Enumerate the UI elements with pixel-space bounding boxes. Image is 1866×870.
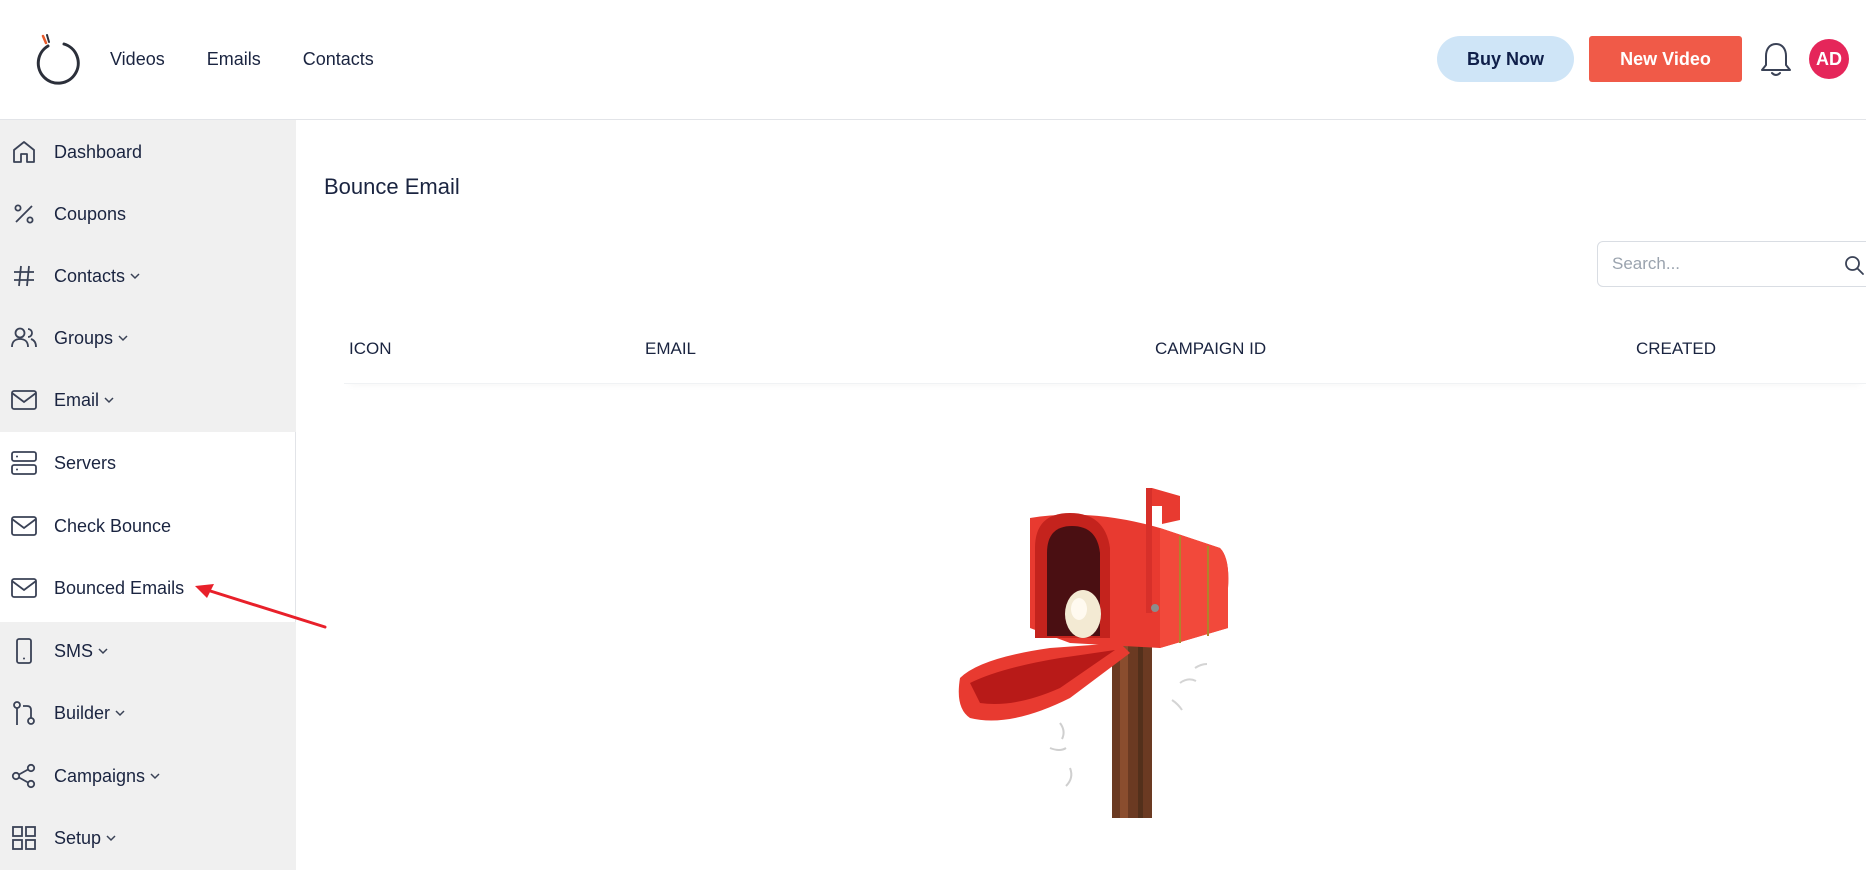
sidebar-item-contacts[interactable]: Contacts (0, 250, 296, 302)
sidebar-item-dashboard[interactable]: Dashboard (0, 126, 296, 178)
sidebar-item-label: Contacts (54, 265, 126, 286)
share-icon (10, 762, 38, 790)
bell-icon[interactable] (1758, 40, 1794, 78)
app-logo-icon[interactable] (34, 32, 82, 88)
users-icon (10, 324, 38, 352)
new-video-button[interactable]: New Video (1589, 36, 1742, 82)
sidebar-item-builder[interactable]: Builder (0, 687, 296, 739)
column-header-created[interactable]: CREATED (1636, 339, 1716, 359)
nav-videos[interactable]: Videos (110, 49, 165, 70)
mail-icon (10, 574, 38, 602)
mail-icon (10, 386, 38, 414)
chevron-down-icon (149, 770, 161, 782)
home-icon (10, 138, 38, 166)
sidebar-item-sms[interactable]: SMS (0, 625, 296, 677)
sidebar-item-setup[interactable]: Setup (0, 812, 296, 864)
sidebar-item-label: Check Bounce (54, 515, 172, 536)
sidebar-item-check-bounce[interactable]: Check Bounce (0, 500, 296, 552)
sidebar-item-label: Coupons (54, 203, 127, 224)
sidebar-item-label: Dashboard (54, 141, 143, 162)
sidebar-item-label: Email (54, 389, 100, 410)
sidebar-item-label: Groups (54, 327, 114, 348)
mail-icon (10, 512, 38, 540)
page-title: Bounce Email (324, 174, 460, 199)
sidebar-item-groups[interactable]: Groups (0, 312, 296, 364)
empty-mailbox-illustration (958, 488, 1229, 818)
sidebar-item-campaigns[interactable]: Campaigns (0, 750, 296, 802)
top-bar: Videos Emails Contacts Buy Now New Video… (0, 0, 1866, 120)
chevron-down-icon (97, 645, 109, 657)
sidebar-item-label: SMS (54, 640, 94, 661)
sidebar-item-coupons[interactable]: Coupons (0, 188, 296, 240)
column-header-icon[interactable]: ICON (349, 339, 392, 359)
git-pull-icon (10, 699, 38, 727)
search-input[interactable] (1612, 242, 1832, 286)
phone-icon (10, 637, 38, 665)
column-header-campaign-id[interactable]: CAMPAIGN ID (1155, 339, 1266, 359)
table-header: ICON EMAIL CAMPAIGN ID CREATED (344, 322, 1866, 384)
sidebar-item-servers[interactable]: Servers (0, 437, 296, 489)
sidebar-item-label: Campaigns (54, 765, 146, 786)
search-icon[interactable] (1843, 254, 1865, 276)
top-nav: Videos Emails Contacts (110, 0, 416, 118)
chevron-down-icon (114, 707, 126, 719)
search-box (1597, 241, 1866, 287)
chevron-down-icon (105, 832, 117, 844)
chevron-down-icon (129, 270, 141, 282)
sidebar-item-label: Servers (54, 452, 117, 473)
hash-icon (10, 262, 38, 290)
server-icon (10, 449, 38, 477)
nav-contacts[interactable]: Contacts (303, 49, 374, 70)
sidebar-item-label: Bounced Emails (54, 577, 185, 598)
chevron-down-icon (117, 332, 129, 344)
column-header-email[interactable]: EMAIL (645, 339, 696, 359)
chevron-down-icon (103, 394, 115, 406)
sidebar-item-label: Setup (54, 827, 102, 848)
sidebar: Dashboard Coupons Contacts Groups Email … (0, 120, 296, 870)
nav-emails[interactable]: Emails (207, 49, 261, 70)
sidebar-item-email[interactable]: Email (0, 374, 296, 426)
percent-icon (10, 200, 38, 228)
buy-now-button[interactable]: Buy Now (1437, 36, 1574, 82)
grid-icon (10, 824, 38, 852)
avatar[interactable]: AD (1809, 39, 1849, 79)
sidebar-item-label: Builder (54, 702, 111, 723)
annotation-arrow (195, 584, 327, 629)
